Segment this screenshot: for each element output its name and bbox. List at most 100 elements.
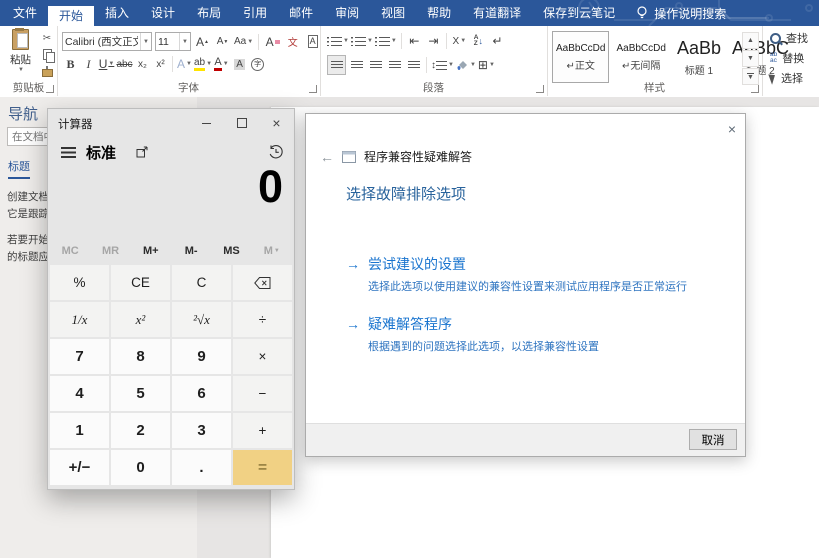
percent-key[interactable]: % — [50, 265, 109, 300]
digit-3-key[interactable]: 3 — [172, 413, 231, 448]
text-effects-button[interactable]: A▼ — [176, 55, 193, 73]
borders-button[interactable]: ⊞▼ — [478, 56, 495, 74]
enclose-characters-button[interactable]: 字 — [249, 55, 266, 73]
change-case-button[interactable]: Aa▼ — [234, 33, 253, 51]
style-scroll-down-button[interactable]: ▼ — [742, 50, 759, 67]
digit-7-key[interactable]: 7 — [50, 339, 109, 374]
multiply-key[interactable]: × — [233, 339, 292, 374]
cancel-button[interactable]: 取消 — [689, 429, 737, 450]
justify-button[interactable] — [386, 56, 403, 74]
minimize-button[interactable] — [189, 109, 224, 137]
close-icon[interactable]: × — [728, 121, 736, 137]
phonetic-guide-button[interactable]: 文 — [284, 33, 301, 51]
ribbon-tab-1[interactable]: 开始 — [48, 6, 94, 26]
grow-font-button[interactable]: A▲ — [194, 33, 211, 51]
option-title[interactable]: 尝试建议的设置 — [368, 254, 466, 274]
style-scroll-up-button[interactable]: ▲ — [742, 32, 759, 49]
bold-button[interactable]: B — [62, 55, 79, 73]
ribbon-tab-10[interactable]: 有道翻译 — [462, 0, 532, 26]
format-painter-button[interactable] — [40, 64, 54, 77]
align-right-button[interactable] — [367, 56, 384, 74]
ribbon-tab-4[interactable]: 布局 — [186, 0, 232, 26]
navigation-tab-0[interactable]: 标题 — [8, 158, 30, 179]
asian-layout-button[interactable]: X▼ — [451, 32, 468, 50]
clear-entry-key[interactable]: CE — [111, 265, 170, 300]
digit-8-key[interactable]: 8 — [111, 339, 170, 374]
equals-key[interactable]: = — [233, 450, 292, 485]
decrease-indent-button[interactable]: ⇤ — [406, 32, 423, 50]
text-highlight-button[interactable]: ab▼ — [194, 55, 212, 73]
bullets-button[interactable]: ▼ — [327, 32, 349, 50]
line-spacing-button[interactable]: ↕▼ — [431, 56, 454, 74]
numbering-button[interactable]: ▼ — [351, 32, 373, 50]
font-size-combo[interactable]: 11 ▼ — [155, 32, 191, 51]
option-title[interactable]: 疑难解答程序 — [368, 314, 452, 334]
clear-key[interactable]: C — [172, 265, 231, 300]
digit-9-key[interactable]: 9 — [172, 339, 231, 374]
square-root-key[interactable]: ²√x — [172, 302, 231, 337]
ribbon-tab-0[interactable]: 文件 — [2, 0, 48, 26]
shading-button[interactable]: ▼ — [456, 56, 476, 74]
square-key[interactable]: x² — [111, 302, 170, 337]
increase-indent-button[interactable]: ⇥ — [425, 32, 442, 50]
style-card-2[interactable]: AaBb标题 1 — [673, 31, 725, 83]
italic-button[interactable]: I — [80, 55, 97, 73]
paste-button[interactable]: 粘贴 ▼ — [3, 29, 38, 85]
find-button[interactable]: 查找 — [770, 30, 819, 46]
digit-1-key[interactable]: 1 — [50, 413, 109, 448]
digit-4-key[interactable]: 4 — [50, 376, 109, 411]
cut-button[interactable]: ✂ — [40, 32, 54, 45]
digit-2-key[interactable]: 2 — [111, 413, 170, 448]
ribbon-tab-7[interactable]: 审阅 — [324, 0, 370, 26]
ribbon-tab-8[interactable]: 视图 — [370, 0, 416, 26]
negate-key[interactable]: +/− — [50, 450, 109, 485]
ribbon-tab-3[interactable]: 设计 — [140, 0, 186, 26]
font-dialog-launcher[interactable] — [309, 85, 317, 93]
copy-button[interactable] — [40, 48, 54, 61]
ribbon-tab-9[interactable]: 帮助 — [416, 0, 462, 26]
ribbon-tab-2[interactable]: 插入 — [94, 0, 140, 26]
style-card-1[interactable]: AaBbCcDd↵无间隔 — [612, 31, 669, 83]
align-left-button[interactable] — [327, 55, 346, 75]
show-formatting-marks-button[interactable]: ↵ — [489, 32, 506, 50]
ribbon-tab-11[interactable]: 保存到云笔记 — [532, 0, 626, 26]
add-key[interactable]: + — [233, 413, 292, 448]
clear-formatting-button[interactable]: A — [264, 33, 281, 51]
divide-key[interactable]: ÷ — [233, 302, 292, 337]
subtract-key[interactable]: − — [233, 376, 292, 411]
styles-dialog-launcher[interactable] — [751, 85, 759, 93]
memory-mminus-button[interactable]: M- — [171, 241, 211, 261]
underline-button[interactable]: U▼ — [98, 55, 115, 73]
select-button[interactable]: 选择 — [770, 70, 819, 86]
memory-ms-button[interactable]: MS — [211, 241, 251, 261]
maximize-button[interactable] — [224, 109, 259, 137]
sort-button[interactable]: AZ↓ — [470, 32, 487, 50]
digit-6-key[interactable]: 6 — [172, 376, 231, 411]
character-shading-button[interactable]: A — [231, 55, 248, 73]
multilevel-list-button[interactable]: ▼ — [375, 32, 397, 50]
reciprocal-key[interactable]: 1/x — [50, 302, 109, 337]
digit-0-key[interactable]: 0 — [111, 450, 170, 485]
font-name-combo[interactable]: Calibri (西文正文 ▼ — [62, 32, 152, 51]
digit-5-key[interactable]: 5 — [111, 376, 170, 411]
tell-me-search[interactable]: 操作说明搜索 — [636, 0, 726, 26]
close-button[interactable]: × — [259, 109, 294, 137]
shrink-font-button[interactable]: A▼ — [214, 33, 231, 51]
clipboard-dialog-launcher[interactable] — [46, 85, 54, 93]
replace-button[interactable]: abac替换 — [770, 50, 819, 66]
keep-on-top-button[interactable] — [136, 145, 148, 163]
character-border-button[interactable]: A — [304, 33, 321, 51]
paragraph-dialog-launcher[interactable] — [536, 85, 544, 93]
troubleshooter-option-1[interactable]: →疑难解答程序根据遇到的问题选择此选项，以选择兼容性设置 — [346, 314, 715, 354]
decimal-key[interactable]: . — [172, 450, 231, 485]
troubleshooter-option-0[interactable]: →尝试建议的设置选择此选项以使用建议的兼容性设置来测试应用程序是否正常运行 — [346, 254, 715, 294]
hamburger-menu-icon[interactable] — [61, 147, 76, 158]
style-card-0[interactable]: AaBbCcDd↵正文 — [552, 31, 609, 83]
memory-mplus-button[interactable]: M+ — [131, 241, 171, 261]
subscript-button[interactable]: x₂ — [134, 55, 151, 73]
strikethrough-button[interactable]: abc — [116, 55, 133, 73]
distribute-button[interactable] — [405, 56, 422, 74]
ribbon-tab-5[interactable]: 引用 — [232, 0, 278, 26]
font-color-button[interactable]: A▼ — [213, 55, 230, 73]
back-arrow-icon[interactable]: ← — [320, 149, 334, 165]
